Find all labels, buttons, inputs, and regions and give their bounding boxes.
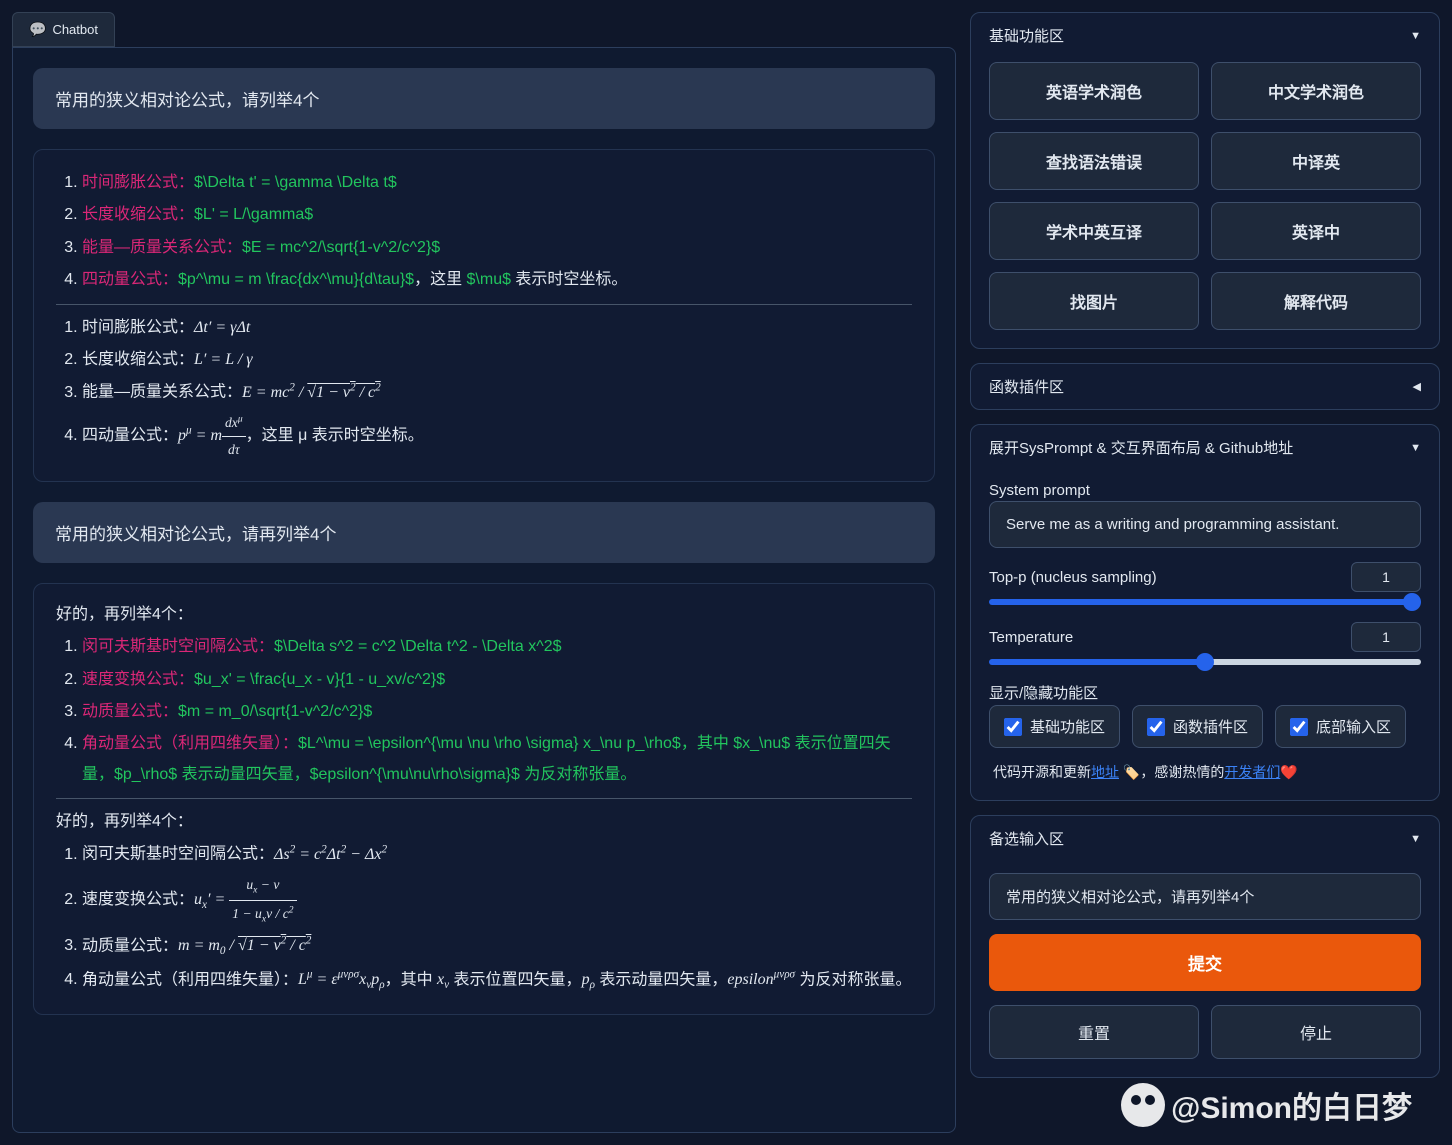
fn-explain-code[interactable]: 解释代码 [1211,272,1421,330]
source-link[interactable]: 地址 [1091,764,1119,780]
reset-button[interactable]: 重置 [989,1005,1199,1059]
user-message: 常用的狭义相对论公式，请列举4个 [33,68,935,129]
panel-expand-header[interactable]: 展开SysPrompt & 交互界面布局 & Github地址 ▼ [971,425,1439,470]
developers-link[interactable]: 开发者们 [1224,764,1280,780]
chevron-down-icon: ▼ [1410,30,1421,42]
footer-links: 代码开源和更新地址 🏷️，感谢热情的开发者们❤️ [989,762,1421,782]
tab-label: Chatbot [52,22,98,37]
tab-chatbot[interactable]: 💬 Chatbot [12,12,115,47]
alt-input-field[interactable] [989,873,1421,920]
chat-icon: 💬 [29,21,46,38]
submit-button[interactable]: 提交 [989,934,1421,991]
panel-basic-functions: 基础功能区 ▼ 英语学术润色 中文学术润色 查找语法错误 中译英 学术中英互译 … [970,12,1440,349]
topp-value[interactable] [1351,562,1421,592]
check-basic-area[interactable]: 基础功能区 [989,705,1120,748]
fn-english-polish[interactable]: 英语学术润色 [989,62,1199,120]
sysprompt-input[interactable] [989,501,1421,548]
topp-label: Top-p (nucleus sampling) [989,569,1337,586]
fn-chinese-polish[interactable]: 中文学术润色 [1211,62,1421,120]
panel-title: 函数插件区 [989,376,1064,397]
stop-button[interactable]: 停止 [1211,1005,1421,1059]
fn-zh-to-en[interactable]: 中译英 [1211,132,1421,190]
checkbox[interactable] [1147,718,1165,736]
chevron-down-icon: ▼ [1410,833,1421,845]
bot-message: 时间膨胀公式：$\Delta t' = \gamma \Delta t$ 长度收… [33,149,935,482]
panel-input-header[interactable]: 备选输入区 ▼ [971,816,1439,861]
panel-alt-input: 备选输入区 ▼ 提交 重置 停止 [970,815,1440,1078]
panel-title: 基础功能区 [989,25,1064,46]
panel-expand-settings: 展开SysPrompt & 交互界面布局 & Github地址 ▼ System… [970,424,1440,801]
fn-find-image[interactable]: 找图片 [989,272,1199,330]
fn-grammar-check[interactable]: 查找语法错误 [989,132,1199,190]
check-plugin-area[interactable]: 函数插件区 [1132,705,1263,748]
fn-academic-translate[interactable]: 学术中英互译 [989,202,1199,260]
check-input-area[interactable]: 底部输入区 [1275,705,1406,748]
user-message: 常用的狭义相对论公式，请再列举4个 [33,502,935,563]
panel-basic-header[interactable]: 基础功能区 ▼ [971,13,1439,58]
chat-area: 常用的狭义相对论公式，请列举4个 时间膨胀公式：$\Delta t' = \ga… [12,47,956,1133]
panel-function-plugins: 函数插件区 ◀ [970,363,1440,410]
panel-title: 备选输入区 [989,828,1064,849]
chevron-down-icon: ▼ [1410,442,1421,454]
temperature-label: Temperature [989,629,1337,646]
bot-message: 好的，再列举4个： 闵可夫斯基时空间隔公式：$\Delta s^2 = c^2 … [33,583,935,1016]
topp-slider[interactable] [989,599,1421,605]
sysprompt-label: System prompt [989,482,1421,499]
chevron-left-icon: ◀ [1413,380,1421,393]
toggle-label: 显示/隐藏功能区 [989,682,1421,703]
fn-en-to-zh[interactable]: 英译中 [1211,202,1421,260]
temperature-slider[interactable] [989,659,1421,665]
panel-title: 展开SysPrompt & 交互界面布局 & Github地址 [989,437,1293,458]
panel-plugins-header[interactable]: 函数插件区 ◀ [971,364,1439,409]
temperature-value[interactable] [1351,622,1421,652]
checkbox[interactable] [1004,718,1022,736]
checkbox[interactable] [1290,718,1308,736]
